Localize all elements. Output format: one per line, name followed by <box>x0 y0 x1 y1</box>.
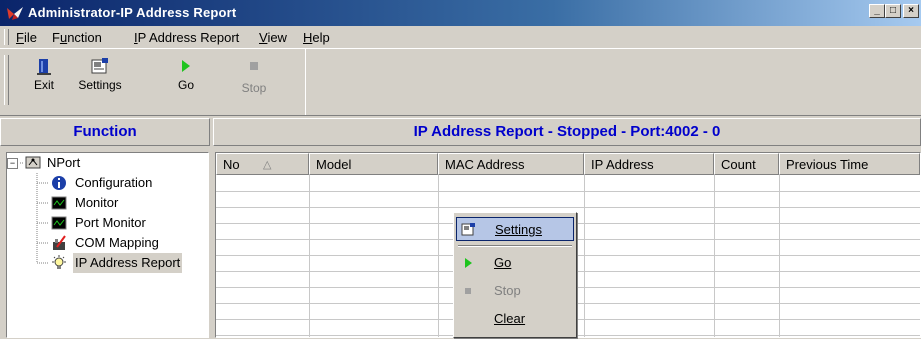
column-header-label: No <box>223 157 240 172</box>
stop-icon <box>250 62 258 70</box>
grid-line <box>309 175 310 337</box>
toolbar-divider <box>305 49 306 115</box>
column-header-previous-time[interactable]: Previous Time <box>779 153 920 175</box>
tree-label: NPort <box>47 155 81 170</box>
monitor-icon <box>51 216 67 230</box>
context-menu-settings[interactable]: Settings <box>456 217 574 241</box>
tree-label: IP Address Report <box>73 253 183 273</box>
maximize-button[interactable]: □ <box>885 4 901 18</box>
lightbulb-icon <box>52 255 66 269</box>
context-menu-stop[interactable]: Stop <box>456 279 574 303</box>
close-button[interactable]: × <box>903 4 919 18</box>
go-button[interactable]: Go <box>166 55 206 111</box>
settings-button[interactable]: Settings <box>70 55 130 111</box>
column-header-mac-address[interactable]: MAC Address <box>438 153 584 175</box>
title-bar[interactable]: Administrator-IP Address Report _ □ × <box>0 0 921 26</box>
window-title: Administrator-IP Address Report <box>28 5 237 20</box>
play-icon <box>465 258 472 268</box>
context-menu-label: Stop <box>494 283 521 298</box>
function-pane: Function − NPort Configuration Monitor P… <box>0 118 210 338</box>
menu-view[interactable]: View <box>259 30 287 45</box>
menubar-grip[interactable] <box>4 29 9 45</box>
report-pane-header: IP Address Report - Stopped - Port:4002 … <box>213 118 921 146</box>
column-header-ip-address[interactable]: IP Address <box>584 153 714 175</box>
info-icon <box>52 176 66 190</box>
settings-label: Settings <box>78 78 122 92</box>
tree-label: Configuration <box>75 175 153 190</box>
com-mapping-icon <box>53 235 66 250</box>
settings-icon <box>461 223 475 236</box>
menu-bar: File Function IP Address Report View Hel… <box>0 26 921 49</box>
stop-label: Stop <box>241 81 267 95</box>
column-header-no[interactable]: No △ <box>216 153 309 175</box>
tree-label: Port Monitor <box>75 215 146 230</box>
context-menu: Settings Go Stop Clear <box>453 212 577 338</box>
grid-line <box>714 175 715 337</box>
context-menu-clear[interactable]: Clear <box>456 307 574 331</box>
grid-line <box>216 191 920 192</box>
settings-icon <box>91 58 108 74</box>
menu-file[interactable]: File <box>16 30 37 45</box>
menu-help[interactable]: Help <box>303 30 330 45</box>
context-menu-label: Go <box>494 255 512 270</box>
menu-ip-address-report[interactable]: IP Address Report <box>134 30 239 45</box>
grid-line <box>584 175 585 337</box>
stop-icon <box>465 288 471 294</box>
monitor-icon <box>51 196 67 210</box>
exit-label: Exit <box>33 78 54 92</box>
network-icon <box>25 156 41 169</box>
app-logo-icon <box>7 7 23 20</box>
grid-line <box>216 207 920 208</box>
go-label: Go <box>177 78 194 92</box>
context-menu-label: Settings <box>495 222 542 237</box>
toolbar-grip[interactable] <box>4 55 9 105</box>
context-menu-go[interactable]: Go <box>456 251 574 275</box>
sort-ascending-icon: △ <box>263 159 272 171</box>
minimize-button[interactable]: _ <box>869 4 885 18</box>
play-icon <box>182 60 190 72</box>
stop-button[interactable]: Stop <box>232 55 276 111</box>
column-header-model[interactable]: Model <box>309 153 438 175</box>
function-pane-header: Function <box>0 118 210 146</box>
menu-function[interactable]: Function <box>52 30 102 45</box>
tree-label: COM Mapping <box>75 235 159 250</box>
function-tree[interactable]: − NPort Configuration Monitor Port Monit… <box>6 152 209 338</box>
tree-expander[interactable]: − <box>7 158 18 169</box>
exit-door-icon <box>37 59 51 75</box>
column-header-count[interactable]: Count <box>714 153 779 175</box>
grid-line <box>779 175 780 337</box>
tree-label: Monitor <box>75 195 119 210</box>
context-menu-separator <box>458 245 572 247</box>
context-menu-label: Clear <box>494 311 526 326</box>
exit-button[interactable]: Exit <box>14 55 74 111</box>
grid-line <box>438 175 439 337</box>
toolbar: Exit Settings Go Stop <box>0 49 921 116</box>
